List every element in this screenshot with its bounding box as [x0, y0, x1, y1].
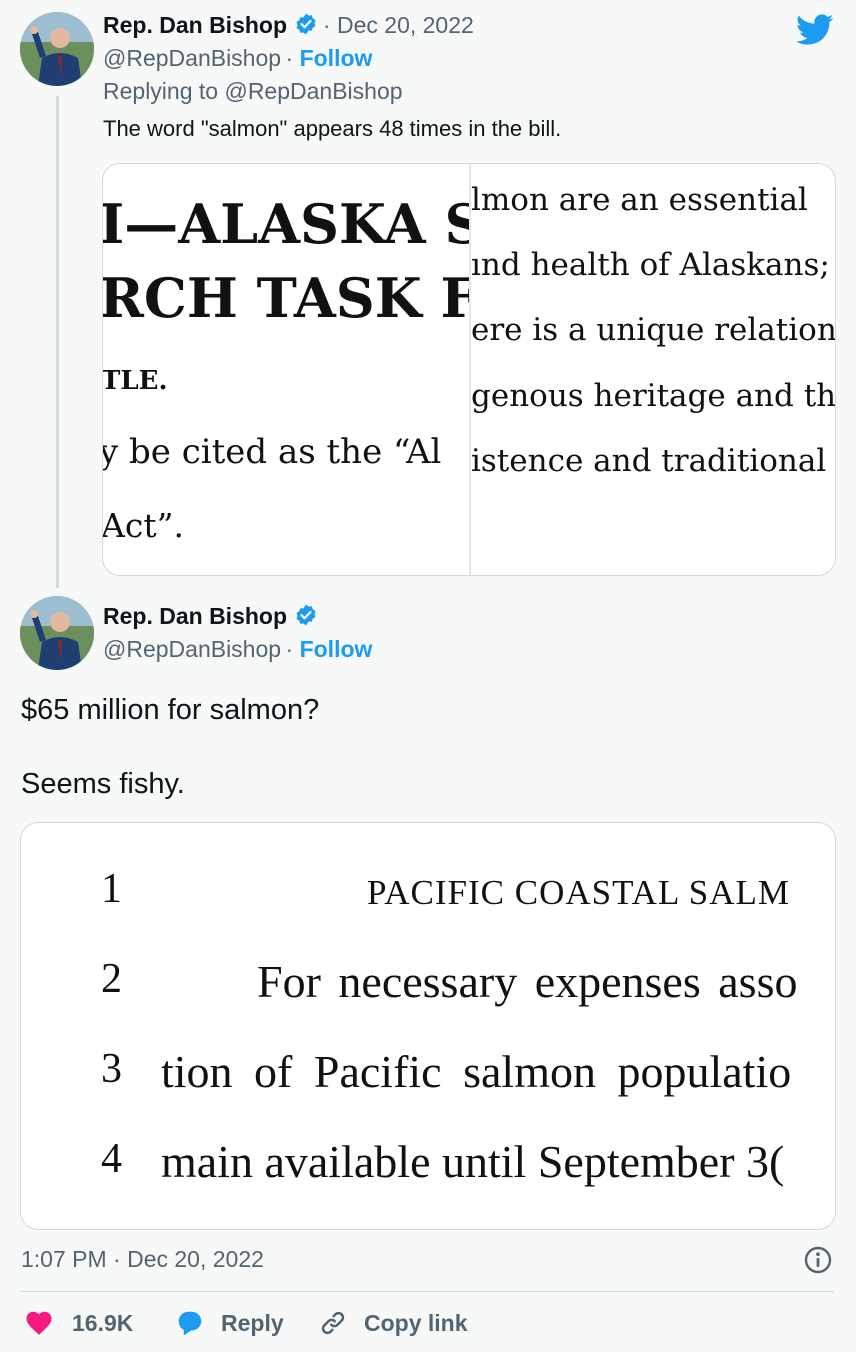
- bill-line-text: tion of Pacific salmon populatio: [161, 1046, 792, 1097]
- info-icon[interactable]: [804, 1246, 832, 1279]
- bill-line-text: For necessary expenses asso: [257, 956, 798, 1007]
- doc-right-line-1: lmon are an essential: [471, 182, 808, 218]
- heart-icon: [24, 1308, 54, 1338]
- doc-right-line-4: genous heritage and the: [471, 378, 835, 414]
- follow-button[interactable]: Follow: [300, 636, 373, 662]
- bill-line-text: PACIFIC COASTAL SALM: [367, 873, 791, 912]
- tweet-timestamp[interactable]: 1:07 PM · Dec 20, 2022: [21, 1246, 264, 1273]
- tweet-text: The word "salmon" appears 48 times in th…: [103, 116, 562, 141]
- bill-line-number: 2: [101, 956, 122, 1002]
- avatar[interactable]: [20, 596, 94, 670]
- doc-heading-line-2: RCH TASK F: [103, 266, 469, 330]
- verified-badge-icon: [294, 603, 318, 627]
- link-icon: [318, 1308, 348, 1338]
- media-card[interactable]: 1 PACIFIC COASTAL SALM 2 For necessary e…: [20, 822, 836, 1230]
- doc-heading-line-1: I—ALASKA S.: [103, 192, 469, 256]
- reply-label: Reply: [221, 1309, 284, 1336]
- bill-line-number: 1: [101, 866, 122, 912]
- author-name[interactable]: Rep. Dan Bishop: [103, 12, 287, 38]
- bill-line-number: 4: [101, 1136, 122, 1182]
- reply-button[interactable]: Reply: [175, 1308, 284, 1338]
- doc-text-line-4: y be cited as the “Al: [103, 432, 442, 472]
- follow-button[interactable]: Follow: [300, 45, 373, 71]
- like-button[interactable]: 16.9K: [24, 1308, 133, 1338]
- media-card[interactable]: I—ALASKA S. RCH TASK F TLE. y be cited a…: [102, 163, 836, 576]
- verified-badge-icon: [294, 12, 318, 36]
- doc-text-line-5: Act”.: [103, 506, 184, 545]
- twitter-bird-icon[interactable]: [796, 14, 834, 51]
- thread-line: [56, 96, 59, 588]
- page-number-fragment: [663, 823, 749, 828]
- author-name[interactable]: Rep. Dan Bishop: [103, 603, 287, 629]
- divider: [20, 1291, 834, 1292]
- replying-to-handle[interactable]: @RepDanBishop: [224, 78, 402, 104]
- avatar[interactable]: [20, 12, 94, 86]
- reply-bubble-icon: [175, 1308, 205, 1338]
- tweet-text-line-1: $65 million for salmon?: [21, 694, 320, 726]
- tweet-date[interactable]: Dec 20, 2022: [337, 12, 474, 38]
- bill-image[interactable]: 1 PACIFIC COASTAL SALM 2 For necessary e…: [21, 823, 835, 1229]
- copy-link-label: Copy link: [364, 1309, 468, 1336]
- media-image-right[interactable]: lmon are an essential ınd health of Alas…: [471, 164, 835, 575]
- media-image-left[interactable]: I—ALASKA S. RCH TASK F TLE. y be cited a…: [103, 164, 469, 575]
- bill-line-text: main available until September 3(: [161, 1136, 785, 1187]
- doc-right-line-3: ere is a unique relations: [471, 312, 835, 348]
- author-handle[interactable]: @RepDanBishop: [103, 636, 281, 662]
- author-handle[interactable]: @RepDanBishop: [103, 45, 281, 71]
- doc-right-line-5: istence and traditional a: [471, 443, 835, 479]
- doc-right-line-2: ınd health of Alaskans; a: [471, 247, 835, 283]
- doc-heading-line-3: TLE.: [103, 366, 168, 396]
- replying-to: Replying to @RepDanBishop: [103, 78, 403, 105]
- copy-link-button[interactable]: Copy link: [318, 1308, 468, 1338]
- tweet-text-line-2: Seems fishy.: [21, 768, 185, 800]
- like-count: 16.9K: [72, 1309, 134, 1336]
- replying-to-prefix: Replying to: [103, 78, 219, 104]
- bill-line-number: 3: [101, 1046, 122, 1092]
